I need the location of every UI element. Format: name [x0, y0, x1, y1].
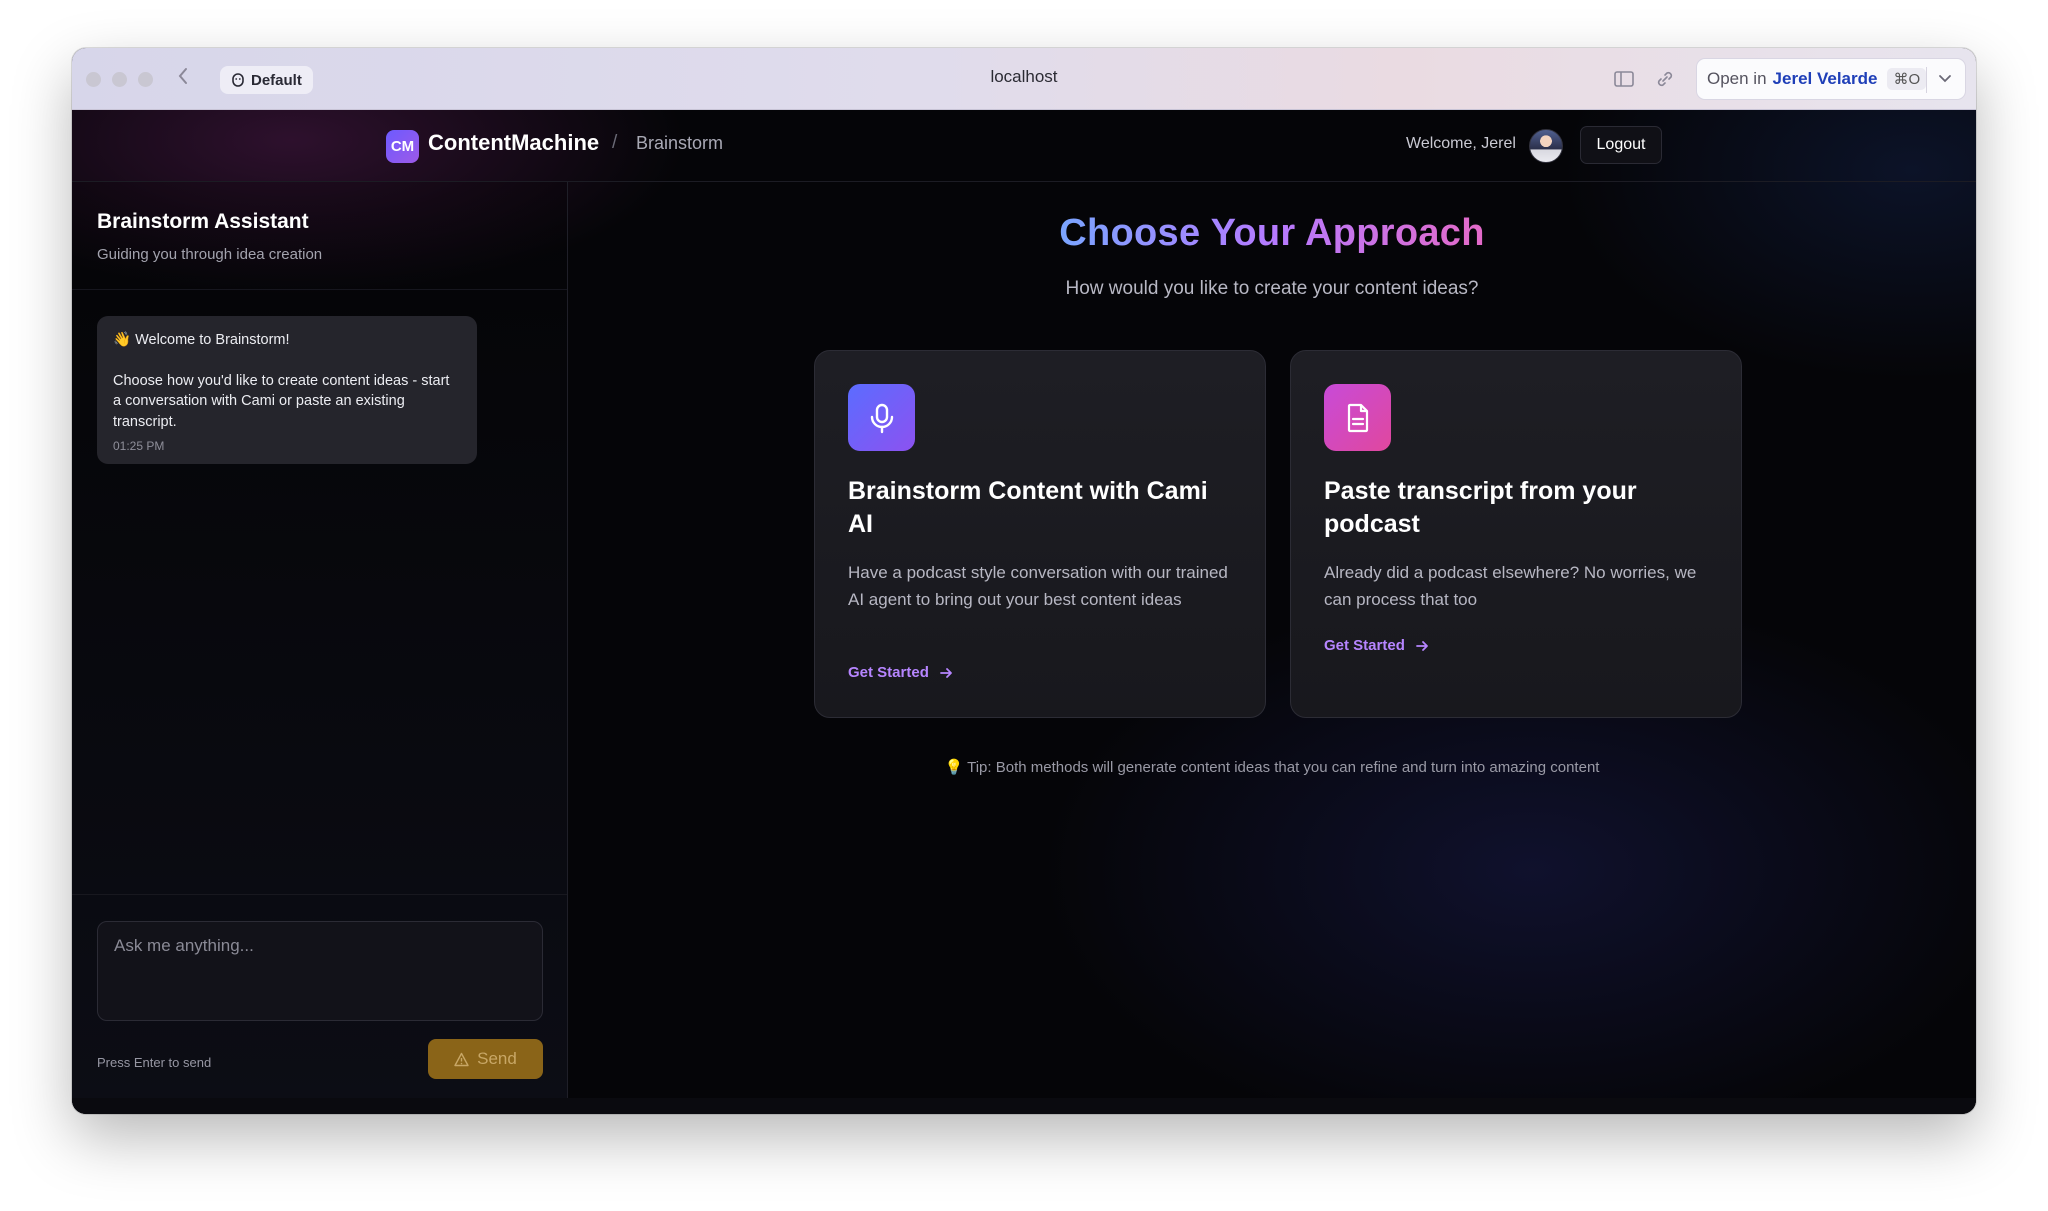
approach-card-transcript[interactable]: Paste transcript from your podcast Alrea…: [1290, 350, 1742, 718]
app-root: CM ContentMachine / Brainstorm Welcome, …: [72, 110, 1976, 1114]
brainstorm-sidebar: Brainstorm Assistant Guiding you through…: [72, 182, 568, 1114]
arrow-right-icon: [1415, 640, 1428, 651]
main-content: Choose Your Approach How would you like …: [568, 182, 1976, 1114]
assistant-message: 👋 Welcome to Brainstorm! Choose how you'…: [97, 316, 477, 464]
browser-toolbar: Default localhost Open in Jerel Velarde …: [72, 48, 1976, 110]
sidebar-title: Brainstorm Assistant: [97, 210, 309, 233]
sidebar-header: Brainstorm Assistant Guiding you through…: [72, 182, 567, 290]
link-icon[interactable]: [1652, 66, 1678, 92]
card-title: Paste transcript from your podcast: [1324, 477, 1637, 538]
breadcrumb-current: Brainstorm: [636, 133, 724, 153]
card-description: Have a podcast style conversation with o…: [848, 563, 1228, 609]
open-in-button[interactable]: Open in Jerel Velarde ⌘O: [1696, 58, 1966, 100]
logout-button[interactable]: Logout: [1580, 126, 1662, 164]
microphone-icon: [848, 384, 915, 451]
warning-icon: [454, 1052, 469, 1066]
card-description: Already did a podcast elsewhere? No worr…: [1324, 563, 1697, 609]
window-bottom-edge: [72, 1098, 1976, 1114]
avatar[interactable]: [1529, 129, 1563, 163]
send-hint: Press Enter to send: [97, 1055, 212, 1070]
open-in-shortcut: ⌘O: [1887, 68, 1927, 90]
open-in-prefix: Open in: [1707, 69, 1767, 88]
chat-input[interactable]: [97, 921, 543, 1021]
message-timestamp: 01:25 PM: [113, 439, 165, 453]
open-in-divider: [1926, 67, 1927, 93]
sidebar-subtitle: Guiding you through idea creation: [97, 246, 323, 263]
address-bar[interactable]: localhost: [72, 67, 1976, 87]
chat-composer: Press Enter to send Send: [72, 894, 567, 1114]
card-cta-label: Get Started: [848, 664, 929, 681]
welcome-text: Welcome, Jerel: [1406, 135, 1516, 152]
brand-name[interactable]: ContentMachine: [428, 130, 599, 156]
open-in-name: Jerel Velarde: [1772, 69, 1878, 88]
page-subtitle: How would you like to create your conten…: [1065, 278, 1479, 299]
page-title: Choose Your Approach: [568, 212, 1976, 255]
arrow-right-icon: [939, 667, 952, 678]
logo-badge[interactable]: CM: [386, 130, 419, 163]
message-title: 👋 Welcome to Brainstorm!: [113, 332, 290, 348]
message-body: Choose how you'd like to create content …: [113, 372, 450, 430]
app-header: CM ContentMachine / Brainstorm Welcome, …: [72, 110, 1976, 182]
send-button[interactable]: Send: [428, 1039, 543, 1079]
page-title-text: Choose Your Approach: [1059, 212, 1485, 254]
get-started-transcript-link[interactable]: Get Started: [1324, 637, 1429, 654]
get-started-cami-link[interactable]: Get Started: [848, 664, 953, 681]
card-cta-label: Get Started: [1324, 637, 1405, 654]
sidebar-toggle-icon[interactable]: [1612, 66, 1638, 92]
chevron-down-icon[interactable]: [1935, 68, 1955, 88]
tip-text: 💡 Tip: Both methods will generate conten…: [944, 759, 1600, 776]
send-label: Send: [477, 1049, 517, 1068]
browser-window: Default localhost Open in Jerel Velarde …: [72, 48, 1976, 1114]
breadcrumb-separator: /: [612, 132, 618, 153]
card-title: Brainstorm Content with Cami AI: [848, 477, 1208, 538]
approach-card-cami[interactable]: Brainstorm Content with Cami AI Have a p…: [814, 350, 1266, 718]
document-icon: [1324, 384, 1391, 451]
